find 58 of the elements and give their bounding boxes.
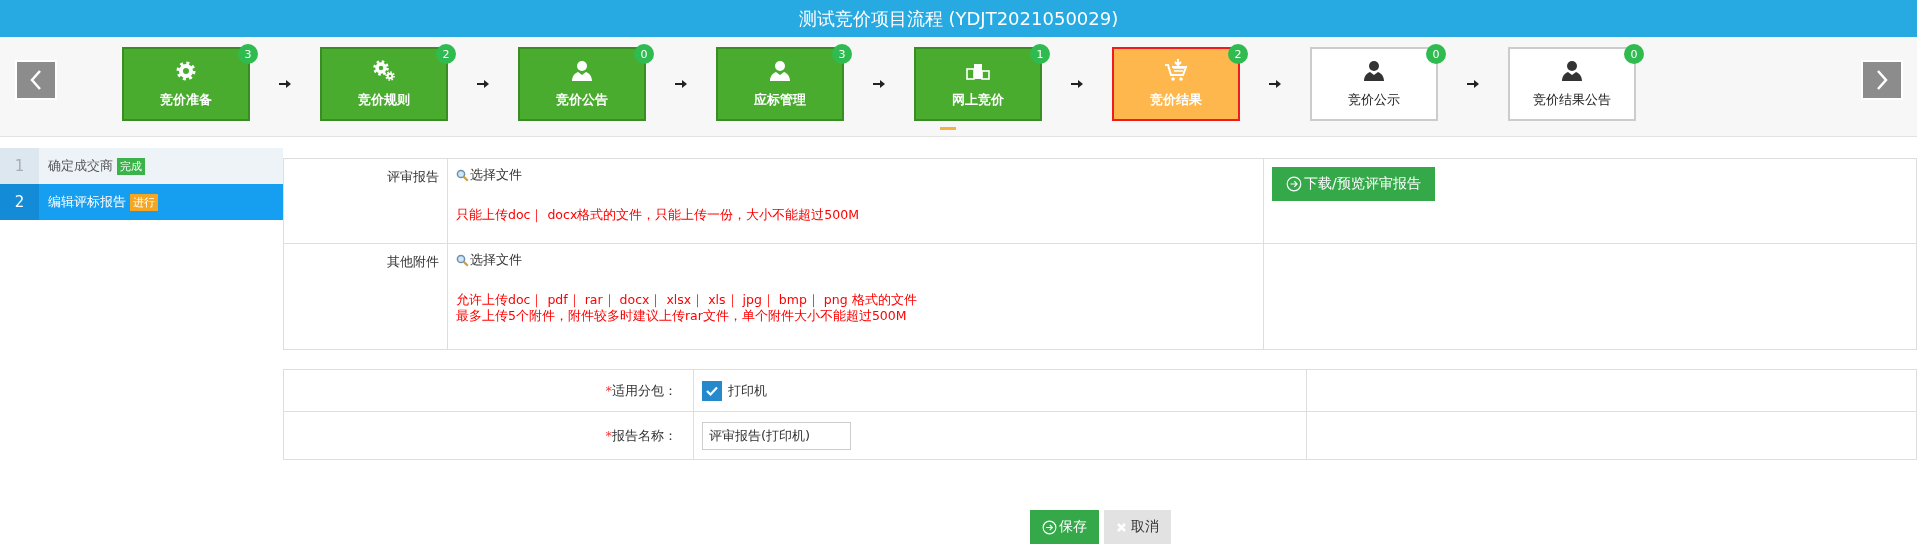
person-icon (1362, 59, 1386, 83)
file-picker-link[interactable]: 选择文件 (456, 251, 522, 269)
arrow-icon (1071, 79, 1083, 89)
required-mark: * (605, 427, 612, 443)
substep-item[interactable]: 2 编辑评标报告 进行 (0, 184, 283, 220)
field-label: 报告名称： (612, 427, 677, 443)
checkbox[interactable] (702, 380, 722, 401)
count-badge: 2 (1228, 44, 1248, 64)
text-field[interactable]: 评审报告(打印机) (702, 421, 851, 450)
person-icon (1560, 59, 1584, 83)
arrow-icon (873, 79, 885, 89)
arrow-icon (477, 79, 489, 89)
upload-hint: 最多上传5个附件，附件较多时建议上传rar文件，单个附件大小不能超过500M (456, 307, 908, 324)
arrow-circle-icon (1286, 176, 1302, 192)
upload-hint: 允许上传doc｜ pdf｜ rar｜ docx｜ xlsx｜ xls｜ jpg｜ bmp｜ png 格式的文件 (456, 291, 918, 308)
field-label: 其他附件 (387, 254, 439, 269)
person-icon (570, 59, 594, 83)
checkbox-label: 打印机 (728, 381, 767, 400)
save-button[interactable]: 保存 (1029, 510, 1099, 544)
field-label: 适用分包： (612, 382, 677, 398)
field-label: 评审报告 (387, 169, 439, 184)
chevron-left-icon (29, 69, 43, 91)
arrow-icon (279, 79, 291, 89)
arrow-icon (675, 79, 687, 89)
count-badge: 3 (238, 44, 258, 64)
upload-hint: 只能上传doc｜ docx格式的文件，只能上传一份，大小不能超过500M (456, 206, 860, 223)
status-badge: 进行 (130, 193, 158, 211)
step-number: 1 (0, 148, 39, 184)
person-icon (768, 59, 792, 83)
file-picker-link[interactable]: 选择文件 (456, 166, 522, 184)
cart-icon (1164, 59, 1188, 83)
count-badge: 0 (1624, 44, 1644, 64)
page-title: 测试竞价项目流程 (YDJT2021050029) (798, 6, 1119, 31)
arrow-icon (1269, 79, 1281, 89)
step-label: 确定成交商 (48, 157, 113, 175)
gears-icon (372, 59, 396, 83)
count-badge: 3 (832, 44, 852, 64)
count-badge: 2 (436, 44, 456, 64)
status-badge: 完成 (117, 157, 145, 175)
close-icon (1115, 521, 1127, 533)
step-number: 2 (0, 184, 39, 220)
download-button[interactable]: 下载/预览评审报告 (1272, 167, 1435, 201)
step-label: 编辑评标报告 (48, 193, 126, 211)
required-mark: * (605, 382, 612, 398)
arrow-icon (1467, 79, 1479, 89)
substep-item[interactable]: 1 确定成交商 完成 (0, 148, 283, 184)
count-badge: 0 (634, 44, 654, 64)
previous-button[interactable] (15, 60, 57, 100)
check-icon (705, 384, 719, 397)
count-badge: 1 (1030, 44, 1050, 64)
search-icon (456, 168, 469, 182)
gear-icon (174, 59, 198, 83)
search-icon (456, 253, 469, 267)
cancel-button[interactable]: 取消 (1103, 510, 1171, 544)
next-button[interactable] (1861, 60, 1903, 100)
arrow-circle-icon (1041, 519, 1057, 535)
count-badge: 0 (1426, 44, 1446, 64)
chevron-right-icon (1875, 69, 1889, 91)
